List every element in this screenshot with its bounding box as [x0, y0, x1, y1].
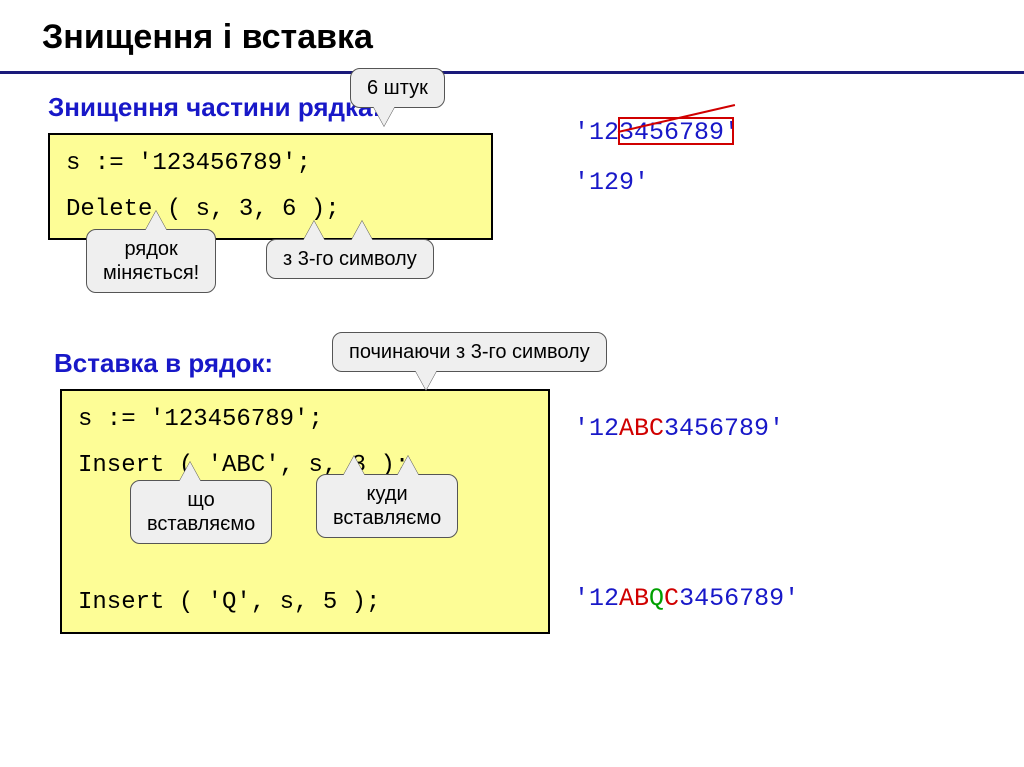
result-segment: 3456789': [664, 414, 784, 443]
callout-tail-icon: [397, 456, 419, 476]
result-segment: '12: [574, 584, 619, 613]
strike-box-icon: [618, 117, 734, 145]
page-title: Знищення і вставка: [42, 18, 1024, 57]
callout-where-insert: куди вставляємо: [316, 474, 458, 538]
section1-heading: Знищення частини рядка:: [48, 92, 1024, 123]
callout-tail-icon: [179, 462, 201, 482]
callout-tail-icon: [373, 106, 395, 126]
callout-tail-icon: [343, 456, 365, 476]
code-line: Insert ( 'Q', s, 5 );: [78, 580, 532, 626]
result-insert-abc: '12ABC3456789': [574, 414, 784, 443]
result-insert-q: '12ABQC3456789': [574, 584, 799, 613]
callout-text: 6 штук: [367, 77, 428, 99]
callout-from-3rd: з 3-го символу: [266, 239, 434, 279]
content-area: Знищення частини рядка: s := '123456789'…: [0, 74, 1024, 634]
callout-text: з 3-го символу: [283, 248, 417, 270]
callout-6pieces: 6 штук: [350, 68, 445, 108]
callout-text: починаючи з 3-го символу: [349, 341, 590, 363]
callout-tail-icon: [415, 370, 437, 390]
callout-what-insert: що вставляємо: [130, 480, 272, 544]
result-segment-green: Q: [649, 584, 664, 613]
callout-text: рядок міняється!: [103, 238, 199, 284]
callout-text: куди вставляємо: [333, 483, 441, 529]
result-segment: '12: [574, 414, 619, 443]
result-segment-red: ABC: [619, 414, 664, 443]
callout-tail-icon: [303, 221, 325, 241]
result-segment-red: AB: [619, 584, 649, 613]
title-bar: Знищення і вставка: [0, 0, 1024, 74]
code-line: s := '123456789';: [66, 141, 475, 187]
result-after-delete: '129': [574, 168, 649, 197]
result-segment-red: C: [664, 584, 679, 613]
callout-tail-icon: [145, 211, 167, 231]
code-line: s := '123456789';: [78, 397, 532, 443]
callout-starting-3rd: починаючи з 3-го символу: [332, 332, 607, 372]
result-segment: 3456789': [679, 584, 799, 613]
code-line: Delete ( s, 3, 6 );: [66, 187, 475, 233]
callout-text: що вставляємо: [147, 489, 255, 535]
codebox-delete: s := '123456789'; Delete ( s, 3, 6 );: [48, 133, 493, 240]
callout-string-changes: рядок міняється!: [86, 229, 216, 293]
callout-tail-icon: [351, 221, 373, 241]
